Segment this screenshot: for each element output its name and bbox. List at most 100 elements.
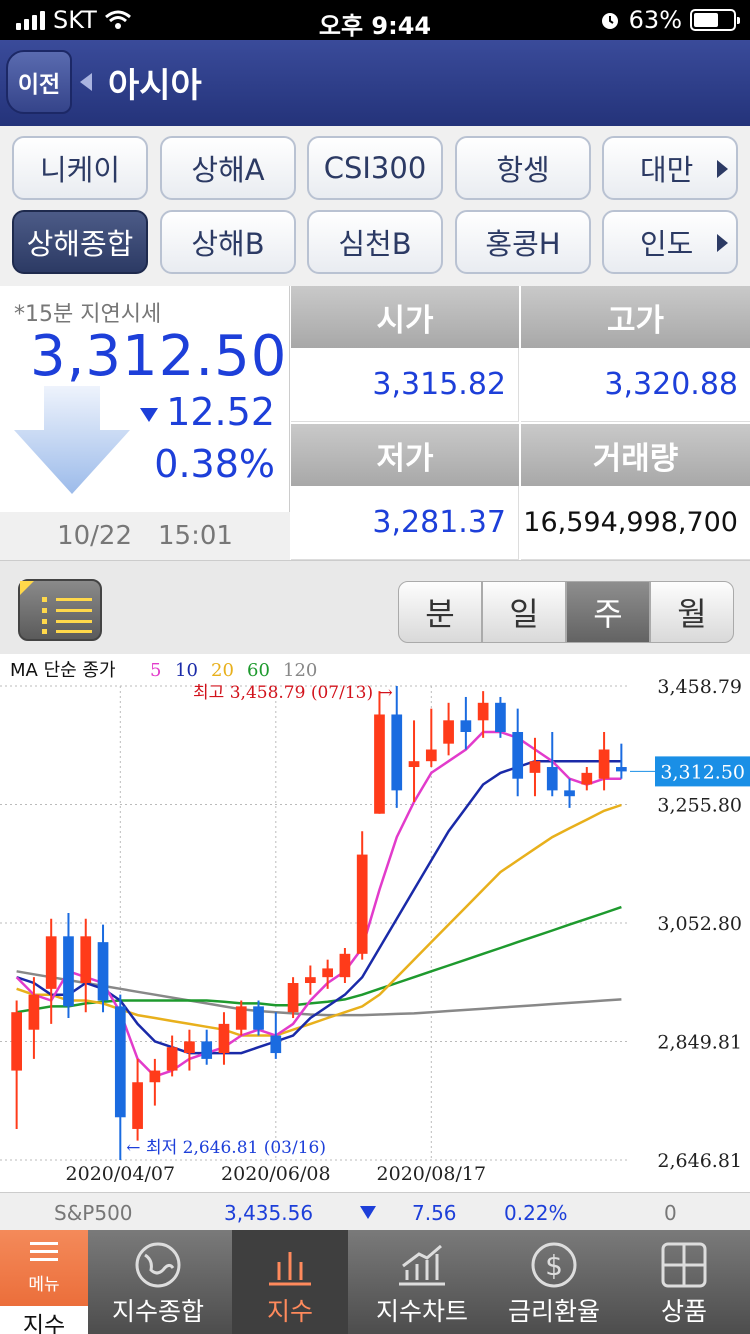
quote-panel: *15분 지연시세 3,312.50 12.52 0.38% 10/22 15:… (0, 286, 290, 560)
y-tick-label: 3,255.80 (657, 794, 742, 816)
nav-index-chart[interactable]: 지수차트 (360, 1230, 484, 1334)
candle-body (132, 1082, 143, 1129)
candle-body (184, 1041, 195, 1054)
chart-toolbar: 분 일 주 월 (0, 560, 750, 654)
tab-label: 인도 (640, 227, 694, 261)
bottom-nav: 메뉴 지수 지수종합 지수 지수차트 $ 금리환율 상품 (0, 1230, 750, 1334)
candle-body (408, 761, 420, 768)
down-triangle-icon (140, 408, 158, 422)
tab-shanghai-a[interactable]: 상해A (160, 136, 296, 200)
legend-item: 120 (283, 660, 317, 681)
candle-body (356, 854, 368, 954)
candle-body (97, 942, 109, 1001)
page-title: 아시아 (108, 66, 202, 106)
status-right: 63% (599, 6, 740, 34)
period-minute-button[interactable]: 분 (398, 581, 482, 643)
legend-title: MA 단순 종가 (10, 660, 116, 681)
candle-body (512, 731, 524, 779)
open-header: 시가 (291, 286, 519, 348)
candle-body (581, 772, 593, 785)
nav-commodities[interactable]: 상품 (626, 1230, 742, 1334)
menu-icon-label: 메뉴 (28, 1275, 60, 1295)
candle-body (218, 1023, 230, 1054)
high-annotation: 최고 3,458.79 (07/13) → (193, 683, 393, 703)
tab-label: 상해종합 (26, 227, 134, 261)
ticker-name: S&P500 (54, 1201, 133, 1225)
current-price: 3,312.50 (30, 324, 288, 389)
y-tick-label: 3,052.80 (657, 913, 742, 935)
tab-nikkei[interactable]: 니케이 (12, 136, 148, 200)
nav-label: 지수차트 (375, 1297, 468, 1326)
nav-index-overview[interactable]: 지수종합 (100, 1230, 216, 1334)
low-annotation: ← 최저 2,646.81 (03/16) (126, 1138, 326, 1158)
candle-body (149, 1070, 161, 1083)
nav-label: 지수종합 (111, 1297, 204, 1326)
tab-label: 대만 (640, 153, 694, 187)
bar-chart-icon (269, 1252, 311, 1286)
candle-body (374, 714, 385, 814)
corner-mark (20, 581, 34, 595)
hamburger-icon (30, 1242, 58, 1245)
list-line (56, 609, 92, 612)
tab-csi300[interactable]: CSI300 (307, 136, 443, 200)
list-dot (42, 608, 47, 613)
globe-icon (135, 1242, 181, 1288)
nav-rates-fx[interactable]: $ 금리환율 (496, 1230, 612, 1334)
more-arrow-icon (717, 234, 728, 252)
legend-item: 60 (247, 660, 270, 681)
x-tick-label: 2020/06/08 (221, 1163, 331, 1185)
quote-timestamp: 10/22 15:01 (0, 512, 290, 560)
list-line (56, 620, 92, 623)
ticker-extra: 0 (664, 1201, 677, 1225)
x-tick-label: 2020/08/17 (377, 1163, 487, 1185)
hamburger-icon (30, 1250, 58, 1253)
period-day-button[interactable]: 일 (482, 581, 566, 643)
indicator-menu-button[interactable] (18, 579, 102, 641)
tab-hangseng[interactable]: 항셍 (455, 136, 591, 200)
tab-label: 홍콩H (485, 227, 561, 261)
ticker-bar[interactable]: S&P500 3,435.56 7.56 0.22% 0 (0, 1192, 750, 1230)
title-bar: 이전 아시아 (0, 40, 750, 126)
candle-body (11, 1012, 22, 1071)
quote-time: 15:01 (158, 521, 233, 551)
tab-shenzhen-b[interactable]: 심천B (307, 210, 443, 274)
tab-label: 상해A (191, 153, 265, 187)
quote-grid: 시가 고가 3,315.82 3,320.88 저가 거래량 3,281.37 … (291, 286, 750, 560)
tab-hongkong-h[interactable]: 홍콩H (455, 210, 591, 274)
candlestick-chart[interactable]: 3,458.79 3,255.80 3,052.80 2,849.81 2,646.81… (0, 654, 750, 1192)
candle-body (460, 720, 472, 732)
svg-text:$: $ (545, 1249, 563, 1282)
legend-item: 5 (150, 660, 161, 681)
status-bar: SKT 오후 9:44 63% (0, 0, 750, 40)
battery-percent: 63% (628, 6, 682, 34)
tab-label: 항셍 (496, 153, 550, 187)
tab-shanghai-composite[interactable]: 상해종합 (12, 210, 148, 274)
period-week-button[interactable]: 주 (566, 581, 650, 643)
open-value: 3,315.82 (291, 348, 519, 422)
back-button[interactable]: 이전 (6, 50, 72, 114)
candle-body (45, 936, 57, 989)
low-header: 저가 (291, 424, 519, 486)
price-chart[interactable]: 3,458.79 3,255.80 3,052.80 2,849.81 2,646.81… (0, 654, 750, 1192)
price-change: 12.52 (166, 390, 275, 434)
more-arrow-icon (717, 160, 728, 178)
candle-body (529, 761, 541, 773)
tab-taiwan[interactable]: 대만 (602, 136, 738, 200)
period-month-button[interactable]: 월 (650, 581, 734, 643)
legend-item: 10 (175, 660, 198, 681)
battery-icon (690, 9, 740, 31)
tab-label: CSI300 (323, 151, 427, 185)
candle-body (564, 790, 575, 797)
candle-body (616, 767, 627, 772)
y-tick-label: 2,646.81 (657, 1150, 742, 1172)
candle-body (253, 1006, 264, 1030)
tab-india[interactable]: 인도 (602, 210, 738, 274)
menu-button[interactable]: 메뉴 지수 (0, 1230, 88, 1334)
x-tick-label: 2020/04/07 (66, 1163, 176, 1185)
nav-label: 지수 (266, 1297, 313, 1326)
ma-line-5 (15, 730, 622, 1078)
candle-body (235, 1006, 247, 1030)
tab-shanghai-b[interactable]: 상해B (160, 210, 296, 274)
nav-index[interactable]: 지수 (232, 1230, 348, 1334)
volume-header: 거래량 (521, 424, 750, 486)
